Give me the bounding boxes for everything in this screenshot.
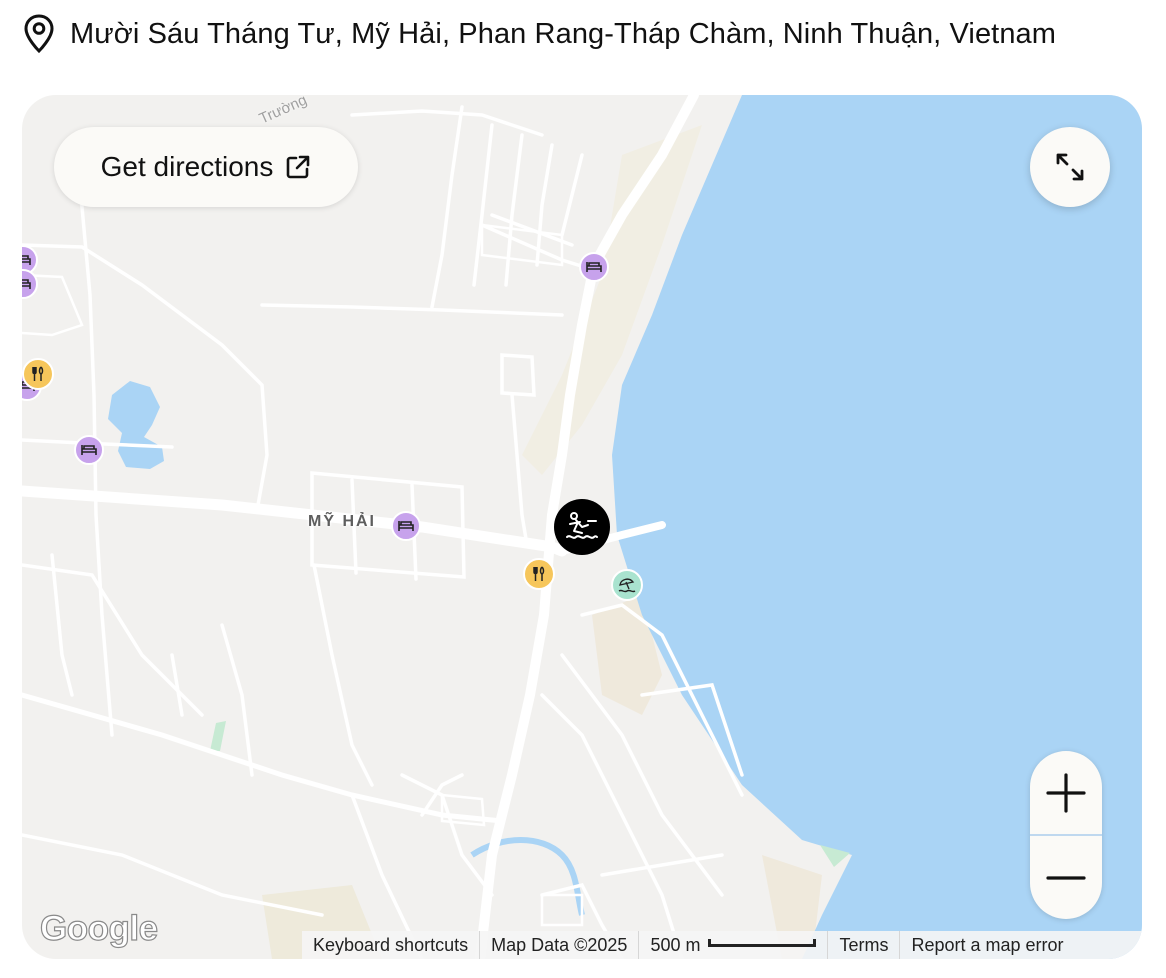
map-pin-icon <box>24 14 54 54</box>
bed-icon <box>81 445 97 455</box>
fork-knife-icon <box>533 566 545 581</box>
zoom-in-button[interactable] <box>1030 751 1102 834</box>
fullscreen-button[interactable] <box>1030 127 1110 207</box>
fork-knife-icon <box>32 366 44 381</box>
restaurant-marker[interactable] <box>523 558 555 590</box>
minus-icon <box>1046 875 1086 880</box>
map-attribution-bar: Keyboard shortcuts Map Data ©2025 500 m … <box>302 931 1142 959</box>
beach-marker[interactable] <box>611 569 643 601</box>
zoom-out-button[interactable] <box>1030 836 1102 919</box>
map-view[interactable]: Trường MỸ HẢI Get directions Google Keyb… <box>22 95 1142 959</box>
bed-icon <box>22 255 31 265</box>
report-map-error-link[interactable]: Report a map error <box>900 931 1074 959</box>
address-header: Mười Sáu Tháng Tư, Mỹ Hải, Phan Rang-Thá… <box>22 8 1056 60</box>
map-data-text: Map Data ©2025 <box>480 931 640 959</box>
area-label: MỸ HẢI <box>308 513 376 530</box>
zoom-controls <box>1030 751 1102 919</box>
expand-icon <box>1056 153 1084 181</box>
bed-icon <box>398 521 414 531</box>
address-text: Mười Sáu Tháng Tư, Mỹ Hải, Phan Rang-Thá… <box>70 17 1057 50</box>
scale-label: 500 m <box>650 934 701 955</box>
get-directions-label: Get directions <box>100 151 274 182</box>
keyboard-shortcuts-link[interactable]: Keyboard shortcuts <box>302 931 481 959</box>
hotel-marker[interactable] <box>74 435 104 465</box>
hotel-marker[interactable] <box>391 511 421 541</box>
terms-link[interactable]: Terms <box>828 931 901 959</box>
bed-icon <box>586 262 602 272</box>
external-link-icon <box>287 155 310 179</box>
scale-bar <box>708 939 817 947</box>
bed-icon <box>22 279 31 289</box>
water-sports-icon <box>566 512 598 539</box>
scale-indicator[interactable]: 500 m <box>639 931 829 959</box>
beach-umbrella-icon <box>618 578 636 593</box>
hotel-marker[interactable] <box>579 252 609 282</box>
selected-location-marker[interactable] <box>554 499 610 555</box>
google-logo: Google <box>39 908 158 948</box>
restaurant-marker[interactable] <box>22 358 54 390</box>
get-directions-button[interactable]: Get directions <box>54 127 358 207</box>
plus-icon <box>1046 772 1086 813</box>
